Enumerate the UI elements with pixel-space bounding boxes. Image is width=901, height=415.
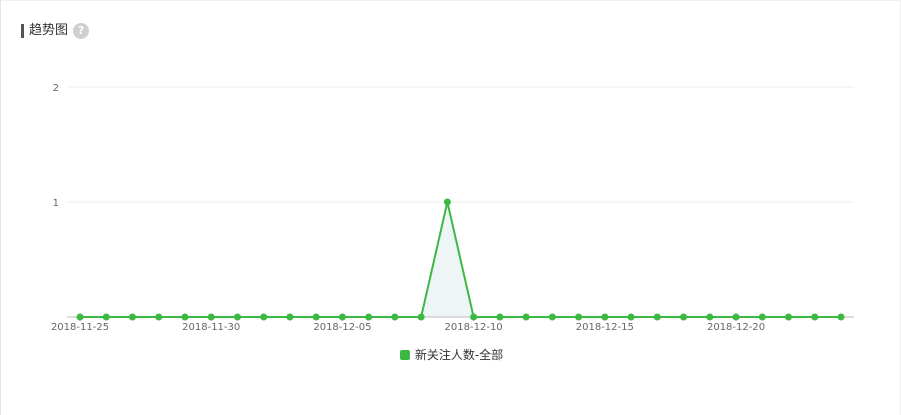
x-tick-label: 2018-11-30 <box>182 322 240 333</box>
x-tick-label: 2018-12-20 <box>707 322 765 333</box>
data-point <box>76 313 84 321</box>
x-tick-label: 2018-12-05 <box>313 322 371 333</box>
x-tick-label: 2018-12-15 <box>576 322 634 333</box>
data-point <box>653 313 661 321</box>
data-point <box>128 313 136 321</box>
data-point <box>181 313 189 321</box>
data-point <box>785 313 793 321</box>
y-tick-label: 2 <box>53 83 59 94</box>
trend-panel: 趋势图 ? 1 2 2018-11-25 2018-11-30 2018-12-05 20… <box>0 0 901 415</box>
data-point <box>680 313 688 321</box>
data-point <box>470 313 478 321</box>
data-point <box>312 313 320 321</box>
trend-chart: 1 2 2018-11-25 2018-11-30 2018-12-05 2018-12-… <box>51 83 854 333</box>
data-point <box>575 313 583 321</box>
legend-item-new-followers[interactable]: 新关注人数-全部 <box>399 346 504 363</box>
data-point <box>365 313 373 321</box>
data-point <box>548 313 556 321</box>
legend-swatch <box>399 349 410 360</box>
data-point <box>758 313 766 321</box>
data-point <box>207 313 215 321</box>
data-point <box>522 313 530 321</box>
x-tick-label: 2018-12-10 <box>445 322 503 333</box>
legend-label: 新关注人数-全部 <box>414 348 504 362</box>
x-tick-label: 2018-11-25 <box>51 322 109 333</box>
data-point <box>601 313 609 321</box>
chart-legend: 新关注人数-全部 <box>1 346 901 363</box>
data-point <box>732 313 740 321</box>
data-point <box>443 198 451 206</box>
data-point <box>811 313 819 321</box>
data-point <box>260 313 268 321</box>
data-point <box>233 313 241 321</box>
y-tick-label: 1 <box>53 198 59 209</box>
data-point <box>391 313 399 321</box>
data-point <box>496 313 504 321</box>
data-point <box>417 313 425 321</box>
data-point <box>155 313 163 321</box>
data-point <box>837 313 845 321</box>
data-point <box>627 313 635 321</box>
data-point <box>706 313 714 321</box>
data-point <box>286 313 294 321</box>
data-point <box>338 313 346 321</box>
data-point <box>102 313 110 321</box>
